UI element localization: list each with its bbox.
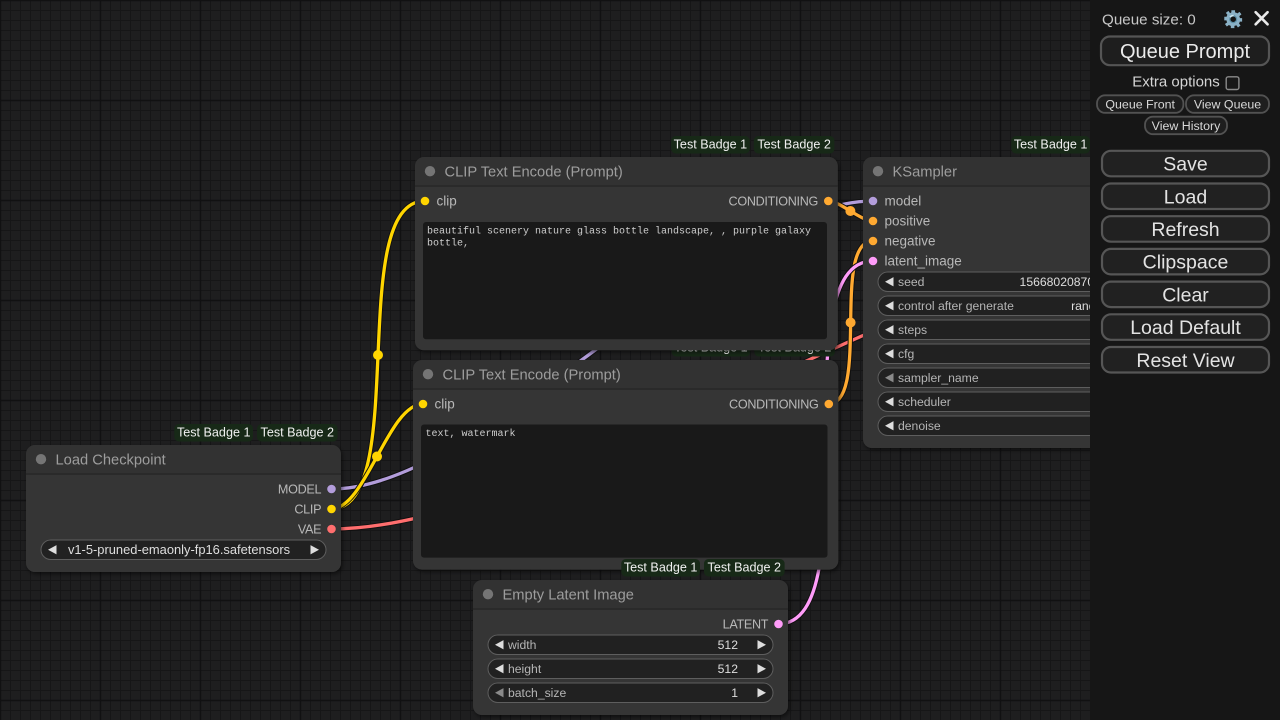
svg-text:1: 1 <box>731 686 738 700</box>
svg-text:512: 512 <box>718 662 739 676</box>
svg-text:Test Badge 1: Test Badge 1 <box>177 426 251 440</box>
svg-text:Queue size: 0: Queue size: 0 <box>1102 11 1196 28</box>
svg-text:Extra options: Extra options <box>1132 73 1220 90</box>
svg-text:steps: steps <box>898 323 927 337</box>
svg-text:positive: positive <box>885 214 931 229</box>
svg-text:cfg: cfg <box>898 347 914 361</box>
svg-text:Reset View: Reset View <box>1136 350 1235 372</box>
svg-text:negative: negative <box>885 234 936 249</box>
svg-text:MODEL: MODEL <box>278 483 322 497</box>
svg-text:latent_image: latent_image <box>885 254 962 269</box>
svg-text:Save: Save <box>1163 154 1207 176</box>
svg-text:VAE: VAE <box>298 523 321 537</box>
svg-text:Queue Front: Queue Front <box>1105 98 1175 112</box>
svg-text:512: 512 <box>718 638 739 652</box>
svg-text:Test Badge 1: Test Badge 1 <box>1014 138 1088 152</box>
svg-text:width: width <box>507 638 536 652</box>
svg-text:CLIP Text Encode (Prompt): CLIP Text Encode (Prompt) <box>443 367 621 383</box>
svg-text:scheduler: scheduler <box>898 395 951 409</box>
svg-text:Test Badge 2: Test Badge 2 <box>757 138 831 152</box>
svg-text:seed: seed <box>898 275 924 289</box>
svg-text:Test Badge 1: Test Badge 1 <box>624 561 698 575</box>
svg-text:sampler_name: sampler_name <box>898 371 979 385</box>
svg-text:CONDITIONING: CONDITIONING <box>729 398 818 412</box>
svg-text:Queue Prompt: Queue Prompt <box>1120 41 1251 63</box>
svg-text:Test Badge 2: Test Badge 2 <box>708 561 782 575</box>
svg-text:KSampler: KSampler <box>893 164 958 180</box>
svg-text:CLIP: CLIP <box>294 503 321 517</box>
svg-text:model: model <box>885 194 922 209</box>
svg-text:height: height <box>508 662 542 676</box>
svg-text:Clipspace: Clipspace <box>1143 252 1229 274</box>
svg-text:v1-5-pruned-emaonly-fp16.safet: v1-5-pruned-emaonly-fp16.safetensors <box>68 542 290 557</box>
svg-text:View History: View History <box>1152 119 1221 133</box>
svg-text:CLIP Text Encode (Prompt): CLIP Text Encode (Prompt) <box>445 164 623 180</box>
svg-text:Clear: Clear <box>1162 284 1209 306</box>
svg-text:Load: Load <box>1164 186 1207 208</box>
svg-text:CONDITIONING: CONDITIONING <box>729 195 818 209</box>
svg-text:Load Checkpoint: Load Checkpoint <box>56 452 166 468</box>
svg-text:control after generate: control after generate <box>898 299 1014 313</box>
svg-text:Test Badge 2: Test Badge 2 <box>261 426 335 440</box>
svg-text:denoise: denoise <box>898 419 941 433</box>
svg-text:Empty Latent Image: Empty Latent Image <box>503 587 634 603</box>
svg-text:clip: clip <box>437 194 457 209</box>
svg-text:beautiful scenery nature glass: beautiful scenery nature glass bottle la… <box>427 225 811 237</box>
svg-text:View Queue: View Queue <box>1194 98 1261 112</box>
svg-text:batch_size: batch_size <box>508 686 566 700</box>
svg-text:Load Default: Load Default <box>1130 317 1241 339</box>
svg-text:Refresh: Refresh <box>1151 219 1219 241</box>
svg-text:text, watermark: text, watermark <box>426 428 516 440</box>
svg-text:bottle,: bottle, <box>427 237 469 249</box>
svg-text:Test Badge 1: Test Badge 1 <box>674 138 748 152</box>
svg-text:LATENT: LATENT <box>723 618 769 632</box>
svg-text:clip: clip <box>435 397 455 412</box>
